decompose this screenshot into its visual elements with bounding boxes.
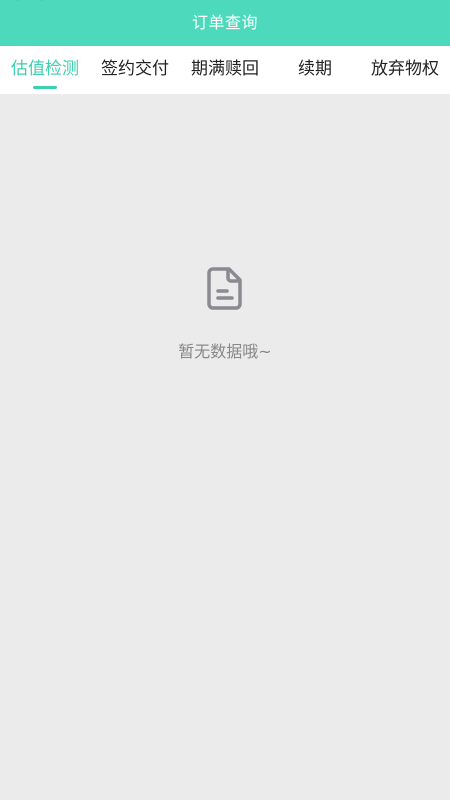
tab-contract-delivery[interactable]: 签约交付 [90,46,180,94]
empty-state-message: 暂无数据哦~ [178,342,272,361]
tab-bar: 估值检测 签约交付 期满赎回 续期 放弃物权 [0,46,450,94]
active-tab-indicator [33,86,57,89]
tab-renewal[interactable]: 续期 [270,46,360,94]
tab-waive-ownership[interactable]: 放弃物权 [360,46,450,94]
tab-maturity-redemption[interactable]: 期满赎回 [180,46,270,94]
document-icon [207,266,243,310]
page-title: 订单查询 [191,13,258,32]
app-header: 订单查询 [0,0,450,46]
